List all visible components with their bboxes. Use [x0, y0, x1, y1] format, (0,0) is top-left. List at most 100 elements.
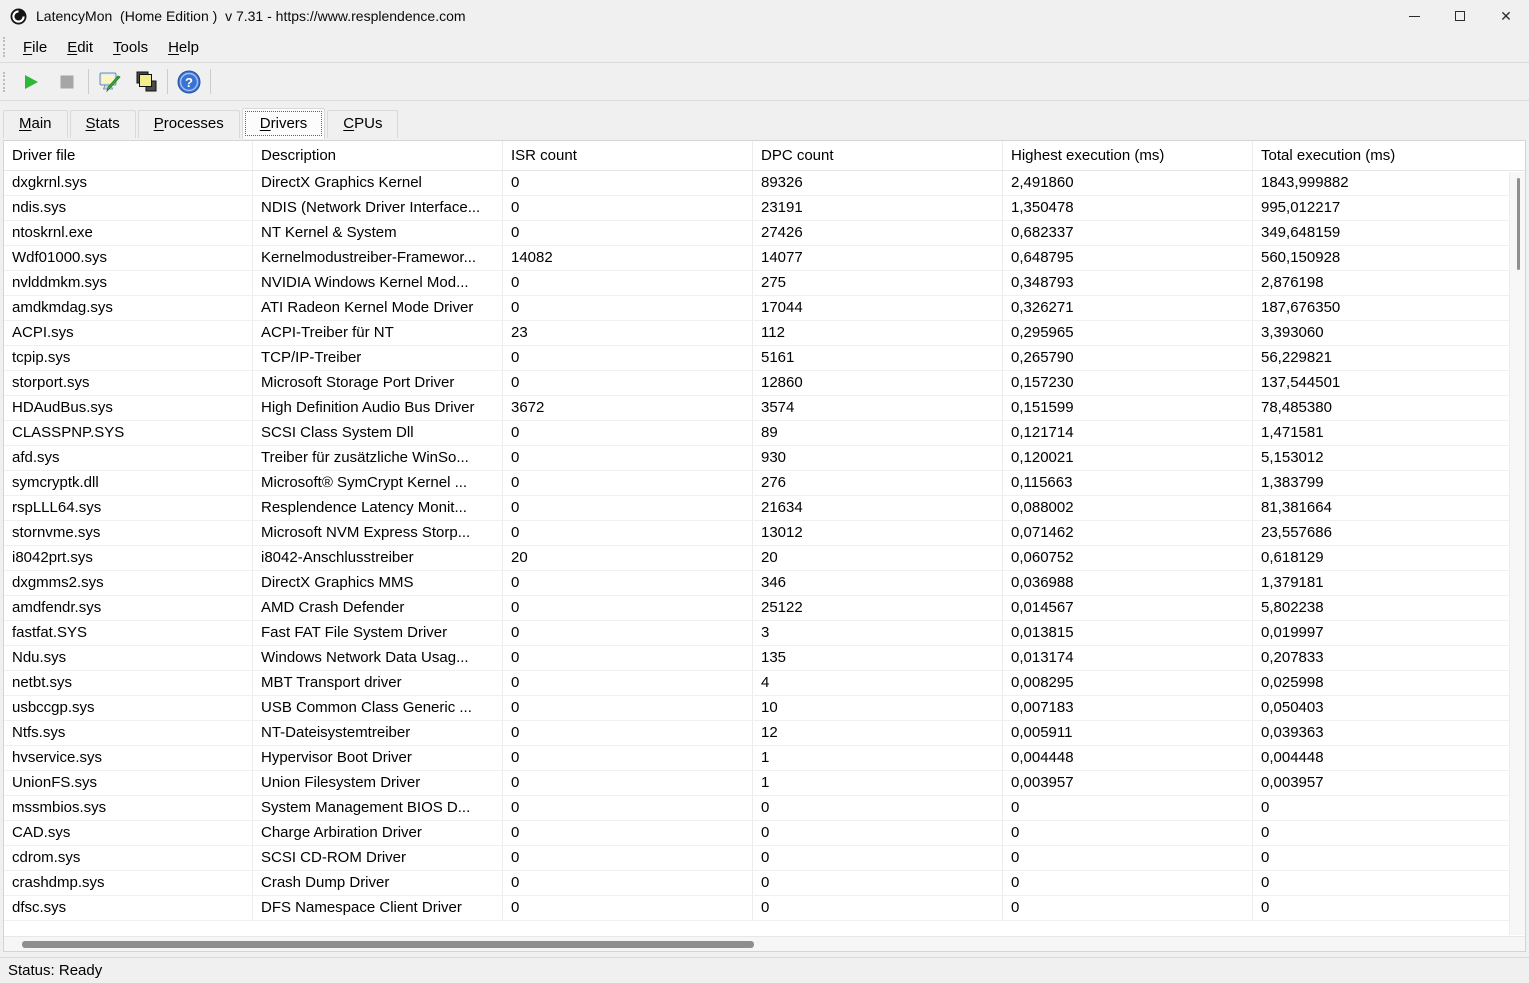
table-row[interactable]: dxgmms2.sysDirectX Graphics MMS03460,036…	[4, 571, 1525, 596]
tab-processes[interactable]: Processes	[138, 110, 240, 138]
table-row[interactable]: Ndu.sysWindows Network Data Usag...01350…	[4, 646, 1525, 671]
table-row[interactable]: i8042prt.sysi8042-Anschlusstreiber20200,…	[4, 546, 1525, 571]
table-row[interactable]: fastfat.SYSFast FAT File System Driver03…	[4, 621, 1525, 646]
column-header-description[interactable]: Description	[253, 141, 503, 170]
minimize-icon	[1409, 16, 1420, 17]
close-button[interactable]: ✕	[1483, 0, 1529, 32]
table-row[interactable]: dfsc.sysDFS Namespace Client Driver0000	[4, 896, 1525, 921]
table-cell: 23,557686	[1253, 521, 1525, 545]
table-row[interactable]: ndis.sysNDIS (Network Driver Interface..…	[4, 196, 1525, 221]
table-cell: 21634	[753, 496, 1003, 520]
table-cell: 0	[1003, 871, 1253, 895]
horizontal-scrollbar-thumb[interactable]	[22, 941, 754, 948]
table-cell: 1	[753, 746, 1003, 770]
table-row[interactable]: afd.sysTreiber für zusätzliche WinSo... 0…	[4, 446, 1525, 471]
table-cell: 0,003957	[1003, 771, 1253, 795]
toolbar-gripper-handle[interactable]	[3, 72, 7, 92]
table-row[interactable]: ntoskrnl.exeNT Kernel & System0274260,68…	[4, 221, 1525, 246]
menu-item-help[interactable]: Help	[158, 36, 209, 59]
menu-item-file[interactable]: File	[13, 36, 57, 59]
table-row[interactable]: CAD.sysCharge Arbiration Driver0000	[4, 821, 1525, 846]
table-row[interactable]: HDAudBus.sysHigh Definition Audio Bus Dr…	[4, 396, 1525, 421]
table-row[interactable]: usbccgp.sysUSB Common Class Generic ...0…	[4, 696, 1525, 721]
tab-cpus[interactable]: CPUs	[327, 110, 398, 138]
vertical-scrollbar[interactable]	[1509, 172, 1525, 935]
tab-stats[interactable]: Stats	[70, 110, 136, 138]
table-cell: Resplendence Latency Monit...	[253, 496, 503, 520]
table-cell: HDAudBus.sys	[4, 396, 253, 420]
window-controls: ✕	[1391, 0, 1529, 32]
menu-item-edit[interactable]: Edit	[57, 36, 103, 59]
tab-main[interactable]: Main	[3, 110, 68, 138]
table-row[interactable]: hvservice.sysHypervisor Boot Driver010,0…	[4, 746, 1525, 771]
table-row[interactable]: crashdmp.sysCrash Dump Driver0000	[4, 871, 1525, 896]
table-cell: 0,207833	[1253, 646, 1525, 670]
table-row[interactable]: rspLLL64.sysResplendence Latency Monit..…	[4, 496, 1525, 521]
tab-strip: MainStatsProcessesDriversCPUs	[0, 101, 1529, 138]
table-cell: 0	[503, 471, 753, 495]
menu-item-tools[interactable]: Tools	[103, 36, 158, 59]
table-row[interactable]: UnionFS.sysUnion Filesystem Driver010,00…	[4, 771, 1525, 796]
table-cell: Treiber für zusätzliche WinSo...	[253, 446, 503, 470]
table-cell: Ntfs.sys	[4, 721, 253, 745]
table-cell: storport.sys	[4, 371, 253, 395]
table-row[interactable]: cdrom.sysSCSI CD-ROM Driver0000	[4, 846, 1525, 871]
table-cell: afd.sys	[4, 446, 253, 470]
table-row[interactable]: symcryptk.dllMicrosoft® SymCrypt Kernel …	[4, 471, 1525, 496]
table-row[interactable]: Ntfs.sysNT-Dateisystemtreiber0120,005911…	[4, 721, 1525, 746]
table-cell: symcryptk.dll	[4, 471, 253, 495]
table-row[interactable]: amdkmdag.sysATI Radeon Kernel Mode Drive…	[4, 296, 1525, 321]
table-cell: 0,120021	[1003, 446, 1253, 470]
table-cell: 0,013815	[1003, 621, 1253, 645]
app-icon	[10, 8, 27, 25]
column-header-driver-file[interactable]: Driver file	[4, 141, 253, 170]
table-cell: 0	[503, 696, 753, 720]
stop-monitor-button[interactable]	[49, 66, 85, 97]
table-cell: 3,393060	[1253, 321, 1525, 345]
status-bar: Status: Ready	[0, 957, 1529, 983]
tab-drivers[interactable]: Drivers	[242, 108, 326, 139]
horizontal-scrollbar[interactable]	[4, 936, 1525, 951]
table-row[interactable]: nvlddmkm.sysNVIDIA Windows Kernel Mod...…	[4, 271, 1525, 296]
play-icon	[22, 73, 40, 91]
table-row[interactable]: mssmbios.sysSystem Management BIOS D...0…	[4, 796, 1525, 821]
minimize-button[interactable]	[1391, 0, 1437, 32]
table-row[interactable]: storport.sysMicrosoft Storage Port Drive…	[4, 371, 1525, 396]
help-button[interactable]: ?	[171, 66, 207, 97]
table-cell: Windows Network Data Usag...	[253, 646, 503, 670]
table-cell: 0	[503, 571, 753, 595]
vertical-scrollbar-thumb[interactable]	[1517, 178, 1520, 270]
options-button[interactable]	[92, 66, 128, 97]
table-cell: amdfendr.sys	[4, 596, 253, 620]
table-row[interactable]: amdfendr.sysAMD Crash Defender0251220,01…	[4, 596, 1525, 621]
table-row[interactable]: ACPI.sysACPI-Treiber für NT231120,295965…	[4, 321, 1525, 346]
table-cell: 349,648159	[1253, 221, 1525, 245]
column-header-total-execution-ms[interactable]: Total execution (ms)	[1253, 141, 1525, 170]
table-cell: 0	[503, 821, 753, 845]
table-cell: 0	[753, 796, 1003, 820]
table-cell: 0	[503, 346, 753, 370]
table-row[interactable]: tcpip.sysTCP/IP-Treiber051610,26579056,2…	[4, 346, 1525, 371]
table-cell: 1	[753, 771, 1003, 795]
table-cell: cdrom.sys	[4, 846, 253, 870]
table-row[interactable]: netbt.sysMBT Transport driver040,0082950…	[4, 671, 1525, 696]
column-header-isr-count[interactable]: ISR count	[503, 141, 753, 170]
table-cell: 2,491860	[1003, 171, 1253, 195]
menu-gripper-handle[interactable]	[3, 37, 7, 57]
layered-squares-icon	[133, 69, 159, 95]
table-row[interactable]: CLASSPNP.SYSSCSI Class System Dll0890,12…	[4, 421, 1525, 446]
column-header-dpc-count[interactable]: DPC count	[753, 141, 1003, 170]
table-cell: 0	[1253, 871, 1525, 895]
table-row[interactable]: stornvme.sysMicrosoft NVM Express Storp.…	[4, 521, 1525, 546]
table-cell: 346	[753, 571, 1003, 595]
maximize-button[interactable]	[1437, 0, 1483, 32]
table-cell: MBT Transport driver	[253, 671, 503, 695]
table-cell: SCSI CD-ROM Driver	[253, 846, 503, 870]
start-monitor-button[interactable]	[13, 66, 49, 97]
table-row[interactable]: dxgkrnl.sysDirectX Graphics Kernel089326…	[4, 171, 1525, 196]
table-cell: 12	[753, 721, 1003, 745]
table-cell: 0	[503, 296, 753, 320]
table-row[interactable]: Wdf01000.sysKernelmodustreiber-Framewor.…	[4, 246, 1525, 271]
column-header-highest-execution-ms[interactable]: Highest execution (ms)	[1003, 141, 1253, 170]
report-button[interactable]	[128, 66, 164, 97]
